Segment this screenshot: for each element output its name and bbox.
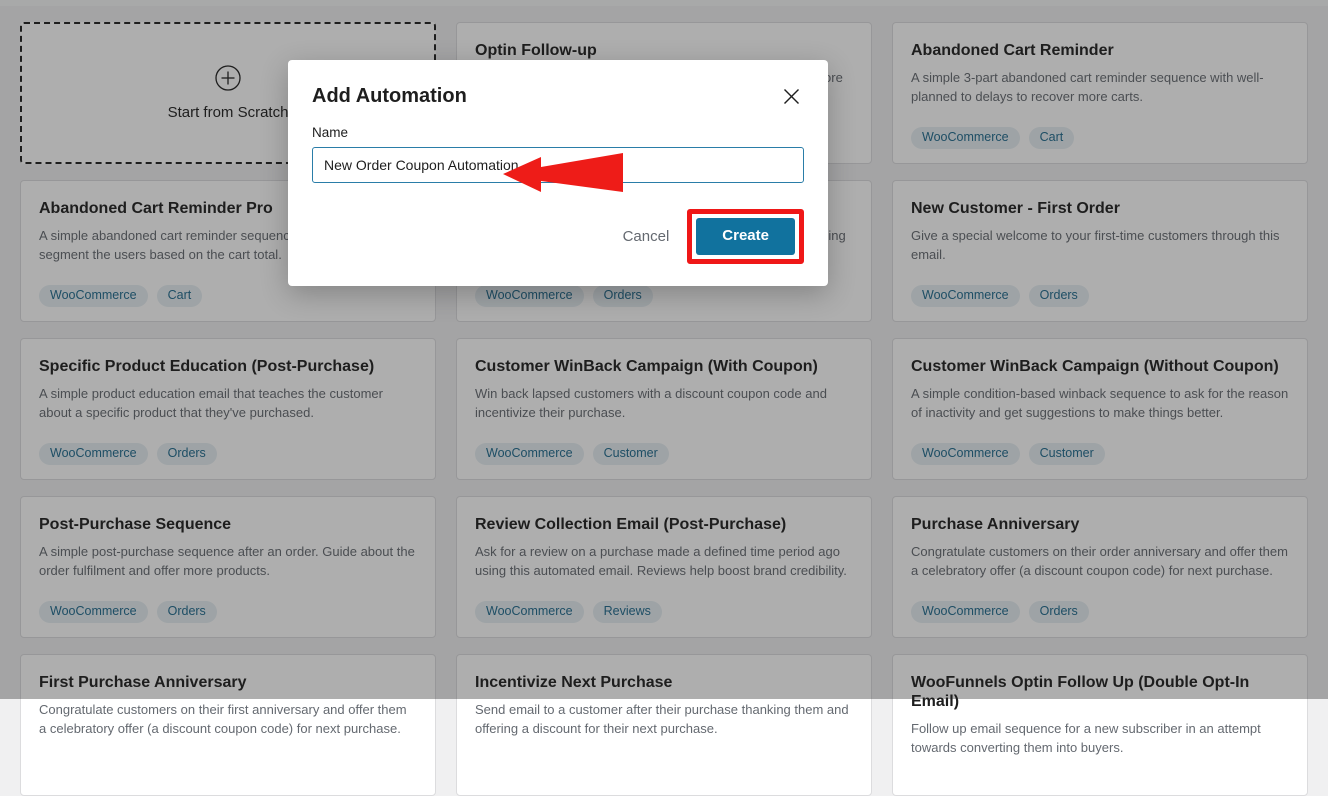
cancel-button[interactable]: Cancel xyxy=(619,222,674,251)
template-card-description: Follow up email sequence for a new subsc… xyxy=(911,721,1261,756)
close-icon[interactable] xyxy=(778,83,804,109)
modal-title: Add Automation xyxy=(312,85,467,107)
close-icon-glyph xyxy=(783,88,799,104)
automation-name-input[interactable] xyxy=(312,147,804,183)
add-automation-modal: Add Automation Name Cancel Create xyxy=(288,60,828,286)
create-button[interactable]: Create xyxy=(696,218,795,255)
template-card-description: Congratulate customers on their first an… xyxy=(39,702,407,737)
modal-actions: Cancel Create xyxy=(312,209,804,264)
modal-header: Add Automation xyxy=(312,84,804,109)
template-card-description: Send email to a customer after their pur… xyxy=(475,702,849,737)
name-field-label: Name xyxy=(312,125,349,140)
create-button-highlight-wrap: Create xyxy=(687,209,804,264)
